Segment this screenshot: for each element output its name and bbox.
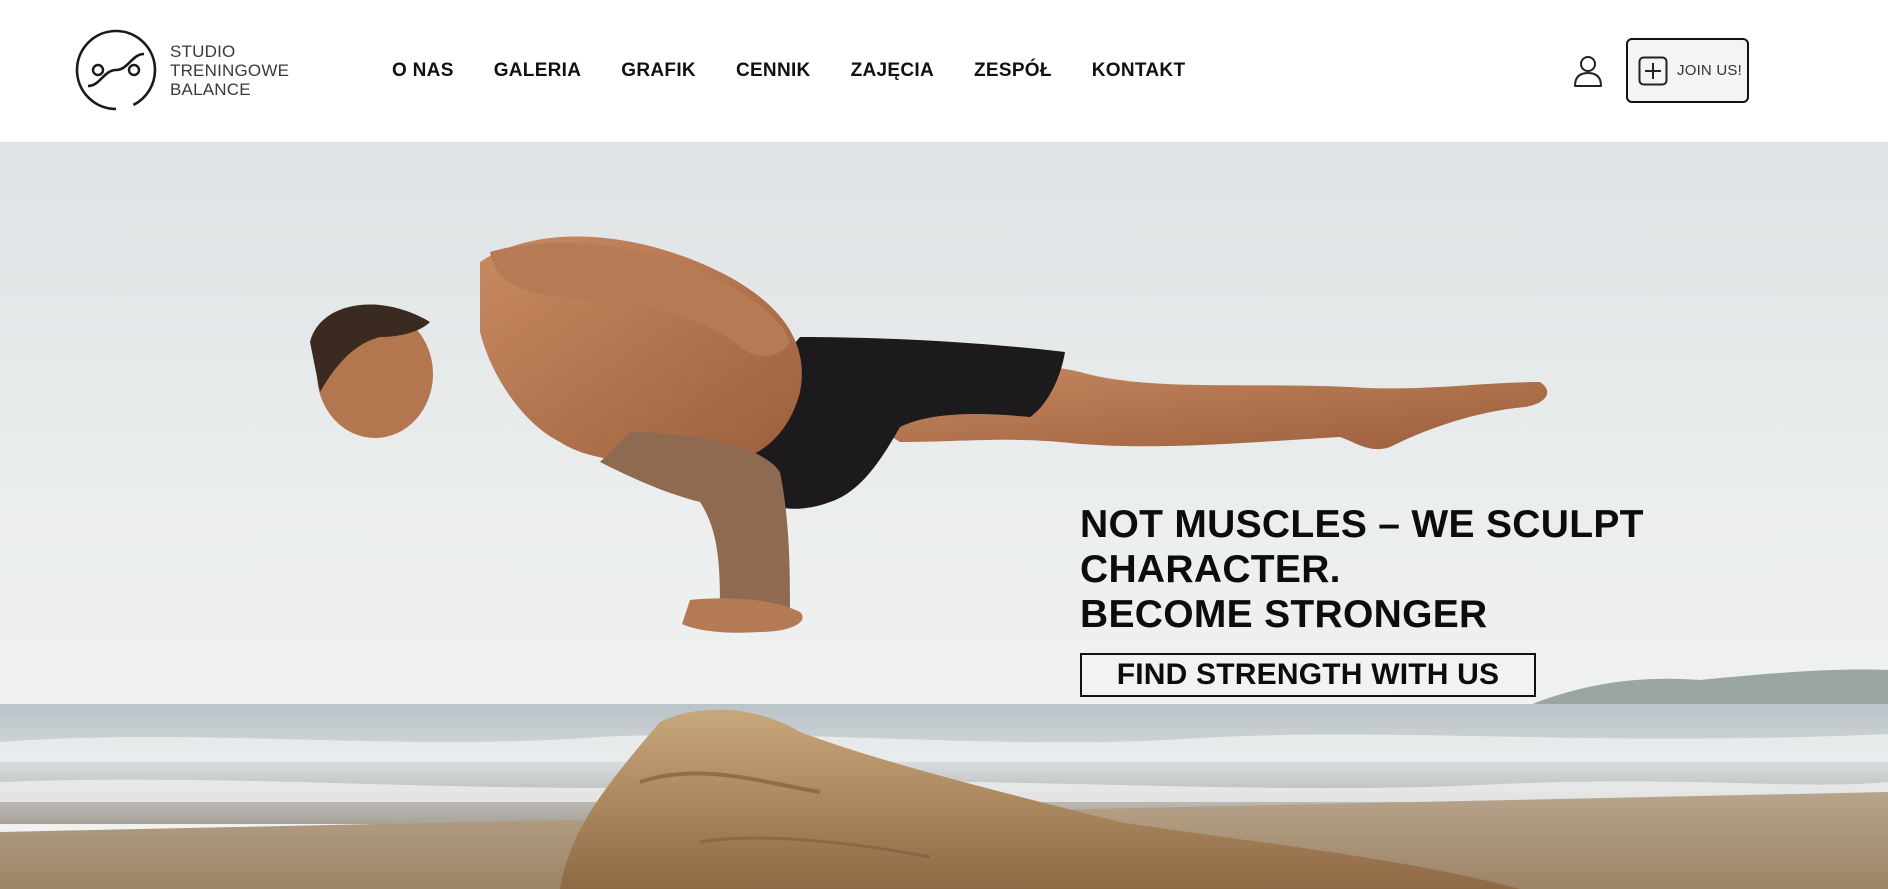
hero-headline-line-2: BECOME STRONGER bbox=[1080, 593, 1488, 636]
nav-item-cennik[interactable]: CENNIK bbox=[736, 60, 811, 82]
brand-line-1: STUDIO bbox=[170, 41, 236, 61]
site-header: STUDIO TRENINGOWE BALANCE O NAS GALERIA … bbox=[0, 0, 1888, 142]
hero-copy: NOT MUSCLES – WE SCULPT CHARACTER. BECOM… bbox=[1080, 502, 1888, 697]
nav-item-kontakt[interactable]: KONTAKT bbox=[1092, 60, 1186, 82]
nav-item-galeria[interactable]: GALERIA bbox=[494, 60, 582, 82]
main-nav: O NAS GALERIA GRAFIK CENNIK ZAJĘCIA ZESP… bbox=[392, 60, 1185, 82]
join-us-button[interactable]: JOIN US! bbox=[1626, 38, 1749, 103]
hero-section: NOT MUSCLES – WE SCULPT CHARACTER. BECOM… bbox=[0, 142, 1888, 889]
find-strength-button[interactable]: FIND STRENGTH WITH US bbox=[1080, 653, 1536, 697]
nav-item-grafik[interactable]: GRAFIK bbox=[621, 60, 696, 82]
join-us-label: JOIN US! bbox=[1677, 62, 1742, 79]
yin-yang-logo-icon bbox=[75, 29, 157, 111]
hero-headline: NOT MUSCLES – WE SCULPT CHARACTER. BECOM… bbox=[1080, 502, 1888, 637]
user-icon[interactable] bbox=[1572, 54, 1604, 88]
brand-line-2: TRENINGOWE bbox=[170, 60, 290, 80]
nav-item-zajecia[interactable]: ZAJĘCIA bbox=[851, 60, 934, 82]
plus-square-icon bbox=[1638, 56, 1668, 85]
brand-line-3: BALANCE bbox=[170, 79, 251, 99]
brand-name: STUDIO TRENINGOWE BALANCE bbox=[170, 42, 289, 99]
brand-logo[interactable]: STUDIO TRENINGOWE BALANCE bbox=[74, 28, 289, 112]
hero-headline-line-1: NOT MUSCLES – WE SCULPT CHARACTER. bbox=[1080, 503, 1644, 591]
nav-item-zespol[interactable]: ZESPÓŁ bbox=[974, 60, 1052, 82]
nav-item-o-nas[interactable]: O NAS bbox=[392, 60, 454, 82]
